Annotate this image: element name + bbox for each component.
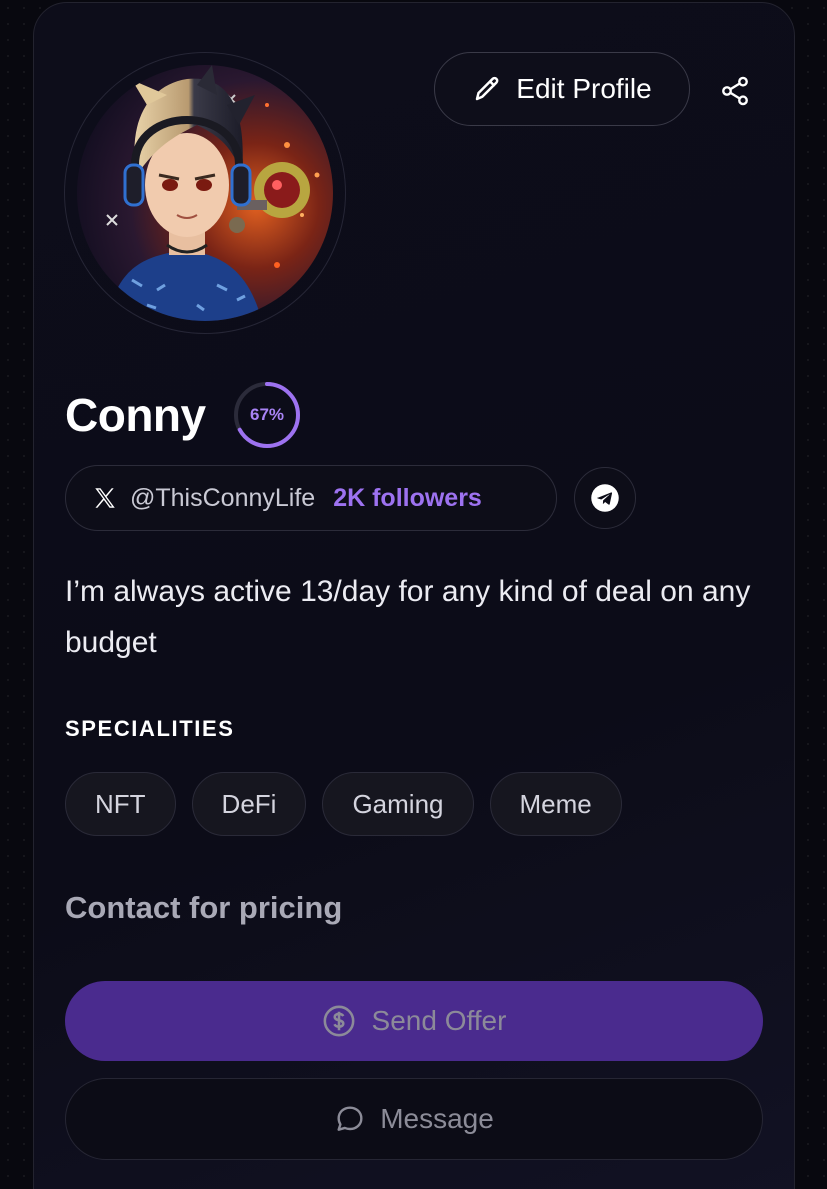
dollar-circle-icon [323, 1005, 354, 1037]
speciality-tag: DeFi [191, 772, 307, 836]
x-account-link[interactable]: @ThisConnyLife 2K followers [65, 465, 557, 531]
profile-completion-text: 67% [249, 405, 285, 424]
edit-profile-button[interactable]: Edit Profile [434, 52, 690, 126]
telegram-button[interactable] [574, 467, 636, 529]
message-button[interactable]: Message [65, 1078, 763, 1160]
edit-profile-label: Edit Profile [516, 73, 652, 104]
x-handle: @ThisConnyLife [130, 483, 316, 512]
avatar [77, 65, 333, 321]
telegram-icon [591, 484, 619, 512]
specialities-heading: SPECIALITIES [65, 716, 235, 741]
send-offer-button[interactable]: Send Offer [65, 981, 763, 1061]
profile-bio: I’m always active 13/day for any kind of… [65, 575, 751, 659]
speciality-tag: Gaming [322, 772, 474, 836]
speciality-tag: Meme [489, 772, 622, 836]
x-logo-icon [95, 488, 115, 508]
message-label: Message [380, 1103, 494, 1134]
share-icon [722, 76, 748, 106]
send-offer-label: Send Offer [371, 1005, 507, 1036]
avatar-frame [64, 52, 346, 334]
pricing-text: Contact for pricing [65, 890, 343, 925]
specialities-list: NFT DeFi Gaming Meme [65, 772, 622, 836]
speciality-tag: NFT [65, 772, 176, 836]
share-button[interactable] [712, 68, 758, 114]
chat-bubble-icon [337, 1106, 363, 1131]
profile-completion-ring: 67% [232, 380, 302, 450]
profile-name: Conny [65, 389, 206, 441]
pencil-icon [476, 76, 499, 101]
follower-count: 2K followers [333, 483, 482, 512]
